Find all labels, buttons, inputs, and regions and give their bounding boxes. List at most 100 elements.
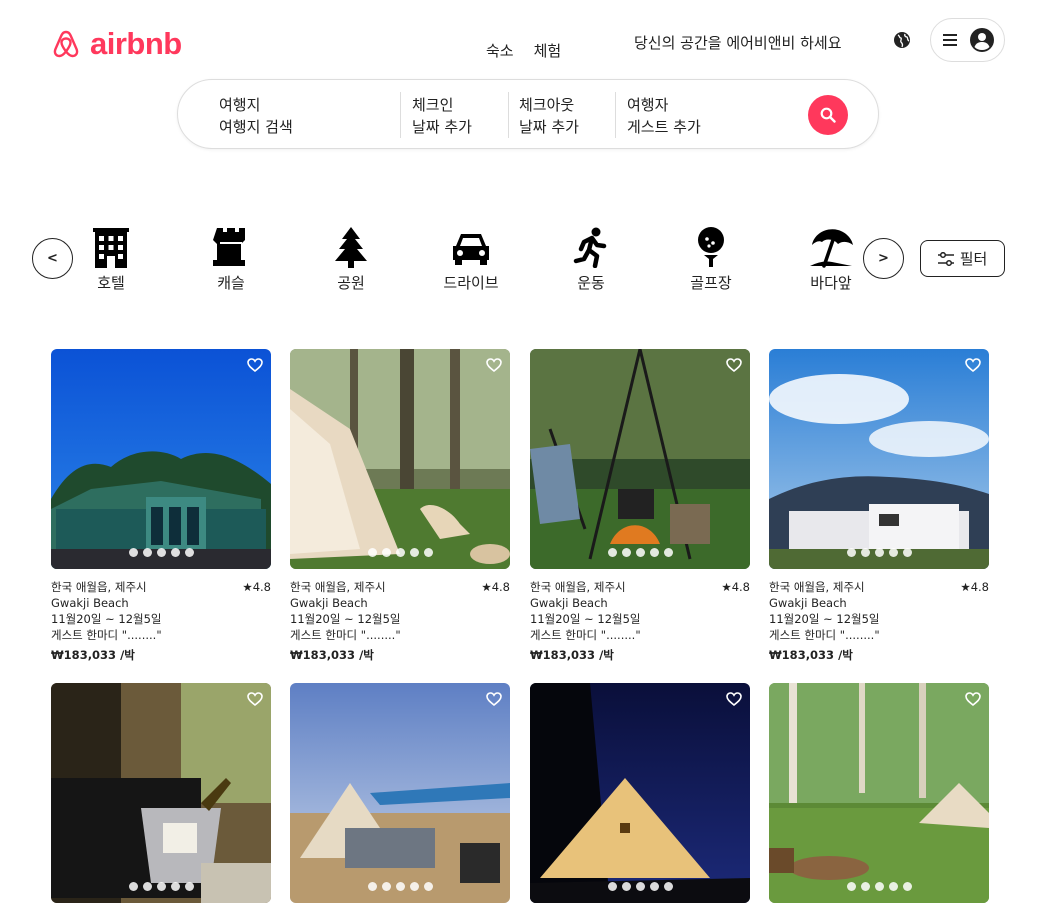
carousel-dot[interactable] — [367, 548, 377, 557]
carousel-dot[interactable] — [607, 548, 617, 557]
carousel-dot[interactable] — [381, 548, 391, 557]
carousel-dot[interactable] — [846, 548, 856, 557]
listing-card[interactable] — [290, 683, 510, 903]
guests-field[interactable]: 여행자 게스트 추가 — [627, 94, 701, 138]
carousel-dot[interactable] — [902, 882, 912, 891]
heart-icon[interactable] — [486, 691, 502, 707]
listing-photo[interactable] — [290, 683, 510, 903]
carousel-dot[interactable] — [395, 548, 405, 557]
listing-photo[interactable] — [769, 349, 989, 569]
checkout-field[interactable]: 체크아웃 날짜 추가 — [519, 94, 579, 138]
heart-icon[interactable] — [247, 357, 263, 373]
heart-icon[interactable] — [965, 691, 981, 707]
category-golf[interactable]: 골프장 — [661, 226, 761, 293]
category-castle[interactable]: 캐슬 — [181, 226, 281, 293]
carousel-dot[interactable] — [184, 548, 194, 557]
listing-card[interactable]: ★4.8 한국 애월읍, 제주시 Gwakji Beach 11월20일 ~ 1… — [51, 349, 271, 663]
carousel-dot[interactable] — [170, 548, 180, 557]
category-hotel[interactable]: 호텔 — [61, 226, 161, 293]
carousel-dot[interactable] — [649, 548, 659, 557]
listing-photo[interactable] — [769, 683, 989, 903]
carousel-dot[interactable] — [170, 882, 180, 891]
carousel-dot[interactable] — [142, 882, 152, 891]
carousel-dot[interactable] — [621, 882, 631, 891]
guests-placeholder: 게스트 추가 — [627, 118, 701, 136]
carousel-dot[interactable] — [888, 548, 898, 557]
category-label: 골프장 — [690, 274, 732, 292]
carousel-dot[interactable] — [142, 548, 152, 557]
search-button[interactable] — [808, 95, 848, 135]
category-next-button[interactable]: > — [863, 238, 904, 279]
hamburger-menu-icon — [943, 34, 957, 46]
carousel-dot[interactable] — [621, 548, 631, 557]
listing-card[interactable]: ★4.8 한국 애월읍, 제주시 Gwakji Beach 11월20일 ~ 1… — [530, 349, 750, 663]
become-host-link[interactable]: 당신의 공간을 에어비앤비 하세요 — [634, 32, 842, 53]
category-label: 호텔 — [97, 274, 125, 292]
carousel-dot[interactable] — [395, 882, 405, 891]
carousel-dot[interactable] — [888, 882, 898, 891]
user-menu-button[interactable] — [930, 18, 1005, 62]
carousel-dot[interactable] — [846, 882, 856, 891]
listing-photo-image — [769, 349, 989, 569]
carousel-dot[interactable] — [635, 548, 645, 557]
carousel-dot[interactable] — [635, 882, 645, 891]
listing-rating: ★4.8 — [960, 580, 989, 594]
carousel-dot[interactable] — [860, 882, 870, 891]
carousel-dot[interactable] — [874, 548, 884, 557]
heart-icon[interactable] — [965, 357, 981, 373]
carousel-dot[interactable] — [874, 882, 884, 891]
tab-stays[interactable]: 숙소 — [486, 40, 514, 61]
carousel-dot[interactable] — [367, 882, 377, 891]
airbnb-logo[interactable]: airbnb — [52, 26, 182, 62]
carousel-dot[interactable] — [184, 882, 194, 891]
listing-card[interactable] — [51, 683, 271, 903]
listing-title: Gwakji Beach — [51, 596, 129, 610]
listing-photo[interactable] — [530, 349, 750, 569]
globe-icon[interactable] — [893, 31, 911, 49]
heart-icon[interactable] — [726, 691, 742, 707]
guests-title: 여행자 — [627, 96, 669, 114]
heart-icon[interactable] — [247, 691, 263, 707]
carousel-dot[interactable] — [902, 548, 912, 557]
carousel-dot[interactable] — [156, 882, 166, 891]
carousel-dots — [290, 548, 510, 557]
golf-icon — [698, 227, 724, 267]
listing-card[interactable]: ★4.8 한국 애월읍, 제주시 Gwakji Beach 11월20일 ~ 1… — [769, 349, 989, 663]
checkin-field[interactable]: 체크인 날짜 추가 — [412, 94, 472, 138]
location-field[interactable]: 여행지 여행지 검색 — [219, 94, 293, 138]
category-drive[interactable]: 드라이브 — [421, 226, 521, 293]
listing-photo-image — [530, 349, 750, 569]
filter-button[interactable]: 필터 — [920, 240, 1005, 277]
carousel-dot[interactable] — [860, 548, 870, 557]
listing-location: 한국 애월읍, 제주시 — [290, 580, 386, 594]
carousel-dot[interactable] — [649, 882, 659, 891]
carousel-dot[interactable] — [156, 548, 166, 557]
tab-experiences[interactable]: 체험 — [534, 40, 562, 61]
carousel-dot[interactable] — [663, 882, 673, 891]
carousel-dot[interactable] — [381, 882, 391, 891]
listing-photo[interactable] — [51, 683, 271, 903]
listing-photo-image — [51, 349, 271, 569]
carousel-dot[interactable] — [128, 882, 138, 891]
listing-photo[interactable] — [51, 349, 271, 569]
listing-price: ₩183,033 /박 — [530, 648, 614, 662]
carousel-dot[interactable] — [423, 882, 433, 891]
carousel-dot[interactable] — [607, 882, 617, 891]
carousel-dot[interactable] — [128, 548, 138, 557]
heart-icon[interactable] — [726, 357, 742, 373]
carousel-dot[interactable] — [423, 548, 433, 557]
listing-photo[interactable] — [530, 683, 750, 903]
carousel-dot[interactable] — [663, 548, 673, 557]
carousel-dots — [51, 882, 271, 891]
listing-card[interactable] — [769, 683, 989, 903]
search-icon — [820, 107, 836, 123]
category-exercise[interactable]: 운동 — [541, 226, 641, 293]
category-label: 드라이브 — [443, 274, 499, 292]
listing-card[interactable]: ★4.8 한국 애월읍, 제주시 Gwakji Beach 11월20일 ~ 1… — [290, 349, 510, 663]
listing-card[interactable] — [530, 683, 750, 903]
category-park[interactable]: 공원 — [301, 226, 401, 293]
carousel-dot[interactable] — [409, 882, 419, 891]
heart-icon[interactable] — [486, 357, 502, 373]
carousel-dot[interactable] — [409, 548, 419, 557]
listing-photo[interactable] — [290, 349, 510, 569]
